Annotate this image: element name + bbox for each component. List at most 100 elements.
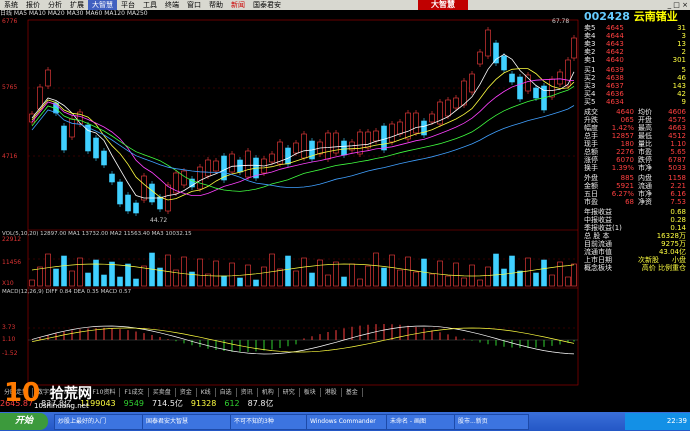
window-controls[interactable]: _ □ × [668,0,688,10]
fin-row: 五日 6.27% 市净 6.16 [584,190,688,198]
vol-axis-mid: 11456 [2,259,22,266]
volume-bar [413,271,419,287]
volume-bar [309,272,315,287]
volume-bar [301,257,307,287]
bottom-tab[interactable]: F1成交 [120,388,149,397]
news-item[interactable]: 新闻 [227,0,249,10]
taskbar-item[interactable]: 未命名 - 画图 [386,414,455,430]
stat-key: 现手 [584,140,598,148]
taskbar-item[interactable]: 炒股上最好的入门 [54,414,143,430]
stat-value2: 6787 [668,156,686,164]
candle-body [397,121,403,135]
sell-volume: 301 [672,56,686,64]
volume-bar [253,279,259,287]
stat-key2: 均价 [638,108,652,116]
taskbar-item[interactable]: 国泰君安大智慧 [142,414,231,430]
bottom-tab[interactable]: 港股 [321,388,342,397]
sell-label: 卖5 [584,24,596,32]
candle-body [557,71,563,85]
stat-row: 幅度 1.42% 最高 4663 [584,124,688,132]
watermark-text: 拾荒网 [50,386,92,402]
menu-item[interactable]: 终端 [161,0,183,10]
bottom-tab[interactable]: 基金 [342,388,363,397]
volume-bar [493,253,499,287]
info-value: 16328万 [656,232,686,240]
taskbar-item[interactable]: 股市...新页 [454,414,529,430]
info-value: 次新股 [638,256,659,264]
info-key: 上市日期 [584,256,612,264]
bottom-tab[interactable]: K线 [197,388,216,397]
candle-body [485,29,491,57]
stat-key: 成交 [584,108,598,116]
candle-body [141,175,147,201]
index-ticker: 2645.87 837.8亿 1199043 9549 714.5亿 91328 612 87… [0,398,690,409]
sell-label: 卖4 [584,32,596,40]
volume-bar [549,274,555,287]
menu-item[interactable]: 工具 [139,0,161,10]
volume-bar [165,254,171,287]
menu-item[interactable]: 窗口 [183,0,205,10]
vol-axis-top: 22912 [2,236,22,243]
menu-item[interactable]: 帮助 [205,0,227,10]
sell-price: 4642 [606,48,624,56]
stat-value2: 5.65 [670,148,686,156]
system-tray-clock[interactable]: 22:39 [625,413,690,430]
stock-title: 002428 云南锗业 [582,10,690,24]
stat-row: 总额 2276 市盈 5.65 [584,148,688,156]
candle-body [413,112,419,134]
kline-svg[interactable] [0,18,580,388]
stat-value: 5921 [616,182,634,190]
menu-item-active[interactable]: 大智慧 [88,0,117,10]
price-axis-mid: 5765 [2,84,18,91]
sell-label: 卖1 [584,56,596,64]
menu-item[interactable]: 扩展 [66,0,88,10]
bottom-tab[interactable]: 板块 [300,388,321,397]
stat-key2: 净资 [638,198,652,206]
stat-row: 升跌 065 开盘 4575 [584,116,688,124]
stat-key2: 市盈 [638,148,652,156]
volume-bar [397,269,403,287]
bottom-tab[interactable]: F10资料 [88,388,121,397]
menu-item[interactable]: 报价 [22,0,44,10]
volume-bar [317,259,323,287]
stock-code: 002428 [584,10,630,23]
menu-bar: 系统 报价 分析 扩展 大智慧 平台 工具 终端 窗口 帮助 新闻 国泰君安 [0,0,690,10]
sell-volume: 2 [681,48,686,56]
kline-chart[interactable]: 6776 5765 4716 44.72 67.78 VOL(5,10,20) … [0,18,580,388]
volume-bar [477,279,483,287]
stat-value2: 6.16 [670,190,686,198]
menu-item[interactable]: 系统 [0,0,22,10]
candle-body [229,153,235,173]
broker-item[interactable]: 国泰君安 [249,0,285,10]
buy-volume: 9 [681,98,686,106]
stat-key: 金额 [584,182,598,190]
macd-axis-top: 3.73 [2,324,16,331]
bottom-tab[interactable]: 资讯 [237,388,258,397]
info-key: 概念板块 [584,264,612,272]
candle-body [325,132,331,160]
bottom-tab[interactable]: 研究 [279,388,300,397]
stat-value: 1.42% [611,124,634,132]
price-axis-top: 6776 [2,18,18,25]
bottom-tab[interactable]: 买卖盘 [149,388,176,397]
candle-body [197,166,203,190]
taskbar-item[interactable]: Windows Commander [306,414,387,430]
candle-body [461,80,467,106]
start-button[interactable]: 开始 [0,413,48,430]
stock-name: 云南锗业 [633,10,678,23]
taskbar-item[interactable]: 不可不知的3种 [230,414,307,430]
watermark-url: 10shihuang.net [34,402,89,410]
sell-volume: 31 [677,24,686,32]
candle-body [365,131,371,149]
candle-body [125,194,131,212]
stat-row: 换手 1.39% 市净 5033 [584,164,688,172]
volume-bar [357,278,363,287]
sell-row: 卖5 4645 31 [584,24,688,32]
info-key: 流通市值 [584,248,612,256]
volume-bar [293,270,299,287]
menu-item[interactable]: 分析 [44,0,66,10]
menu-item[interactable]: 平台 [117,0,139,10]
bottom-tab[interactable]: 资金 [176,388,197,397]
bottom-tab[interactable]: 机构 [258,388,279,397]
bottom-tab[interactable]: 自选 [216,388,237,397]
